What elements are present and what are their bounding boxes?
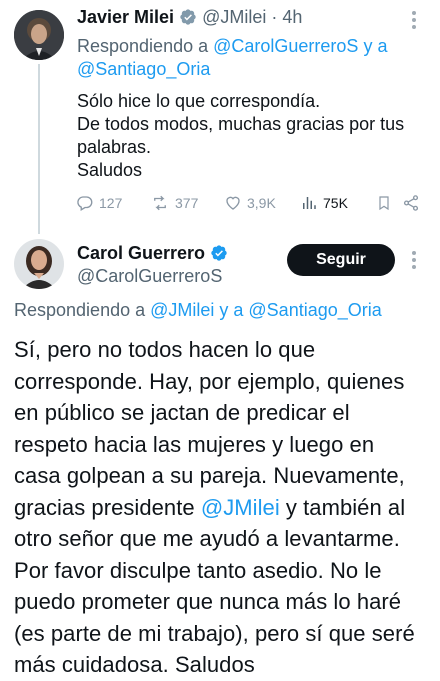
thread-line bbox=[38, 64, 40, 234]
reply-count: 127 bbox=[99, 195, 123, 211]
tweet2-line: respeto hacia las mujeres y luego en bbox=[14, 431, 375, 457]
follow-button[interactable]: Seguir bbox=[287, 244, 395, 276]
tweet2-header: Carol Guerrero bbox=[77, 243, 228, 264]
like-button[interactable]: 3,9K bbox=[224, 194, 300, 212]
mention-santiago[interactable]: @Santiago_Oria bbox=[77, 59, 210, 79]
avatar-milei[interactable] bbox=[14, 10, 64, 60]
reply-joiner: y a bbox=[214, 300, 249, 320]
tweet1-line: Sólo hice lo que correspondía. bbox=[77, 91, 321, 111]
mention-santiago[interactable]: @Santiago_Oria bbox=[248, 300, 381, 320]
tweet2-line: (es parte de mi trabajo), pero sí que se… bbox=[14, 620, 415, 646]
tweet2-line: otro señor que me ayudó a levantarme. bbox=[14, 526, 400, 551]
bookmark-button[interactable] bbox=[376, 194, 402, 212]
tweet2-line: Sí, pero no todos hacen lo que bbox=[14, 337, 316, 362]
mention-carol[interactable]: @CarolGuerreroS bbox=[213, 36, 358, 56]
heart-icon bbox=[226, 196, 240, 210]
share-icon bbox=[403, 195, 419, 211]
mention-milei[interactable]: @JMilei bbox=[150, 300, 214, 320]
tweet1-text: Sólo hice lo que correspondía. De todos … bbox=[77, 90, 427, 182]
author-name[interactable]: Javier Milei bbox=[77, 7, 174, 27]
reply-context: Respondiendo a @CarolGuerreroS y a @Sant… bbox=[77, 35, 417, 81]
line-text: y también al bbox=[279, 494, 406, 520]
verified-badge-icon bbox=[210, 245, 227, 261]
retweet-button[interactable]: 377 bbox=[150, 194, 224, 212]
tweet1-header: Javier Milei @JMilei · 4h bbox=[77, 7, 302, 28]
timestamp[interactable]: 4h bbox=[282, 7, 302, 27]
tweet2-line: gracias presidente @JMilei y también al bbox=[14, 492, 434, 524]
action-bar: 127 377 3,9K 75K bbox=[76, 194, 426, 212]
reply-prefix: Respondiendo a bbox=[77, 36, 214, 56]
reply-button[interactable]: 127 bbox=[76, 194, 150, 212]
tweet1-line: De todos modos, muchas gracias por tus bbox=[77, 114, 405, 134]
share-button[interactable] bbox=[402, 194, 422, 212]
views-icon bbox=[303, 197, 316, 209]
tweet2-line: en público se jactan de predicar el bbox=[14, 400, 350, 425]
tweet2-line: corresponde. Hay, por ejemplo, quienes bbox=[14, 368, 405, 394]
reply-prefix: Respondiendo a bbox=[14, 300, 151, 320]
views-count: 75K bbox=[323, 195, 348, 211]
retweet-icon bbox=[154, 195, 166, 211]
verified-badge-icon bbox=[180, 9, 196, 25]
tweet2-text: Sí, pero no todos hacen lo que correspon… bbox=[14, 334, 434, 681]
reply-icon bbox=[77, 196, 93, 211]
author-handle[interactable]: @JMilei bbox=[202, 7, 266, 27]
reply-context: Respondiendo a @JMilei y a @Santiago_Ori… bbox=[14, 300, 382, 321]
more-vertical-icon[interactable] bbox=[411, 250, 417, 274]
more-vertical-icon[interactable] bbox=[411, 10, 417, 34]
author-handle[interactable]: @CarolGuerreroS bbox=[77, 266, 222, 287]
author-name[interactable]: Carol Guerrero bbox=[77, 243, 205, 263]
tweet2-line: puedo prometer que nunca más lo haré bbox=[14, 589, 402, 614]
tweet1-line: palabras. bbox=[77, 137, 152, 157]
retweet-count: 377 bbox=[175, 195, 199, 211]
tweet2-line: más cuidadosa. Saludos bbox=[14, 652, 255, 677]
line-text: gracias presidente bbox=[14, 494, 201, 520]
tweet2-line: Por favor disculpe tanto asedio. No le bbox=[14, 557, 382, 583]
views-button[interactable]: 75K bbox=[300, 194, 376, 212]
separator-dot: · bbox=[271, 7, 278, 27]
avatar-carol[interactable] bbox=[14, 239, 64, 289]
bookmark-icon bbox=[379, 196, 389, 211]
like-count: 3,9K bbox=[247, 195, 276, 211]
reply-joiner: y a bbox=[358, 36, 388, 56]
tweet1-line: Saludos bbox=[77, 160, 143, 180]
tweet2-line: casa golpean a su pareja. Nuevamente, bbox=[14, 463, 405, 488]
mention-milei-inline[interactable]: @JMilei bbox=[201, 495, 280, 520]
